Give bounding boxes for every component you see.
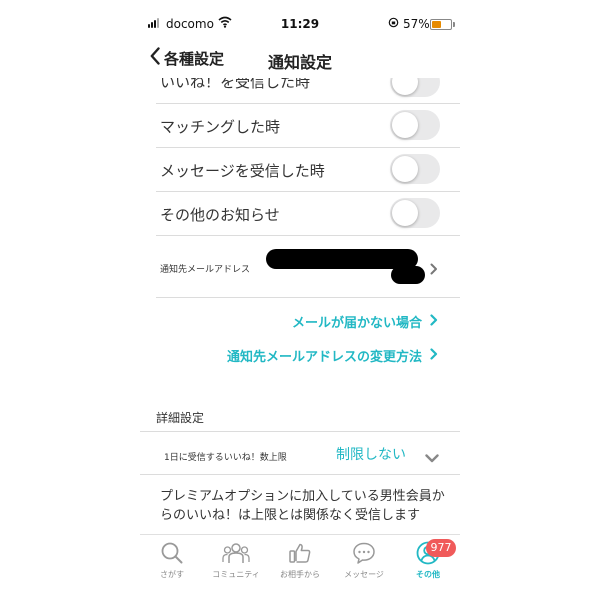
notification-badge: 977 [426, 539, 456, 557]
change-email-method-link[interactable]: 通知先メールアドレスの変更方法 [227, 346, 438, 365]
chevron-right-icon [430, 260, 438, 279]
thumbs-up-icon [288, 541, 312, 565]
chevron-right-icon [430, 313, 438, 330]
chevron-right-icon [430, 347, 438, 364]
tab-messages[interactable]: メッセージ [332, 535, 396, 591]
chevron-down-icon [425, 448, 439, 467]
email-address-row[interactable]: 通知先メールアドレス [156, 236, 460, 298]
tab-label: メッセージ [344, 570, 384, 579]
redacted-email-tail [391, 266, 425, 284]
notification-label: その他のお知らせ [160, 206, 280, 224]
tab-search[interactable]: さがす [140, 535, 204, 591]
email-label: 通知先メールアドレス [160, 265, 251, 275]
page-title: 通知設定 [267, 53, 332, 72]
search-icon [160, 541, 184, 565]
email-not-received-link[interactable]: メールが届かない場合 [292, 312, 438, 331]
link-label: 通知先メールアドレスの変更方法 [226, 350, 422, 365]
tab-bar: さがす コミュニティ お相手から メッセージ その他 977 [140, 534, 460, 591]
orientation-lock-icon [388, 17, 399, 28]
link-label: メールが届かない場合 [291, 316, 422, 331]
phone-screen: docomo 11:29 57% 各種設定 通知設定 いいね！を受信した時 マッ… [140, 0, 460, 600]
tab-label: さがす [160, 570, 184, 579]
notification-label: メッセージを受信した時 [160, 162, 325, 180]
tab-label: その他 [416, 570, 440, 579]
battery-percent: 57% [403, 17, 430, 31]
section-header-details: 詳細設定 [156, 411, 205, 425]
community-icon [222, 541, 250, 565]
notification-label: いいね！を受信した時 [160, 78, 311, 91]
other-notification-toggle[interactable] [390, 198, 440, 228]
matching-notification-toggle[interactable] [390, 110, 440, 140]
notification-row-other: その他のお知らせ [156, 192, 460, 236]
premium-note: プレミアムオプションに加入している男性会員からのいいね！は上限とは関係なく受信し… [160, 489, 445, 523]
like-limit-row[interactable]: 1日に受信するいいね！数上限 制限しない [140, 432, 460, 475]
status-bar: docomo 11:29 57% [140, 14, 460, 36]
notification-row-like: いいね！を受信した時 [156, 78, 460, 104]
tab-from-partner[interactable]: お相手から [268, 535, 332, 591]
message-notification-toggle[interactable] [390, 154, 440, 184]
tab-community[interactable]: コミュニティ [204, 535, 268, 591]
notification-row-matching: マッチングした時 [156, 104, 460, 148]
message-icon [352, 541, 376, 565]
notification-row-message: メッセージを受信した時 [156, 148, 460, 192]
notification-label: マッチングした時 [160, 118, 281, 136]
like-limit-value[interactable]: 制限しない [336, 444, 406, 464]
battery-icon [430, 19, 455, 30]
like-notification-toggle[interactable] [390, 78, 440, 97]
tab-label: お相手から [280, 570, 320, 579]
settings-list[interactable]: いいね！を受信した時 マッチングした時 メッセージを受信した時 その他のお知らせ… [140, 78, 460, 533]
navigation-bar: 各種設定 通知設定 [140, 40, 460, 76]
like-limit-label: 1日に受信するいいね！数上限 [164, 453, 287, 463]
tab-label: コミュニティ [212, 570, 260, 579]
